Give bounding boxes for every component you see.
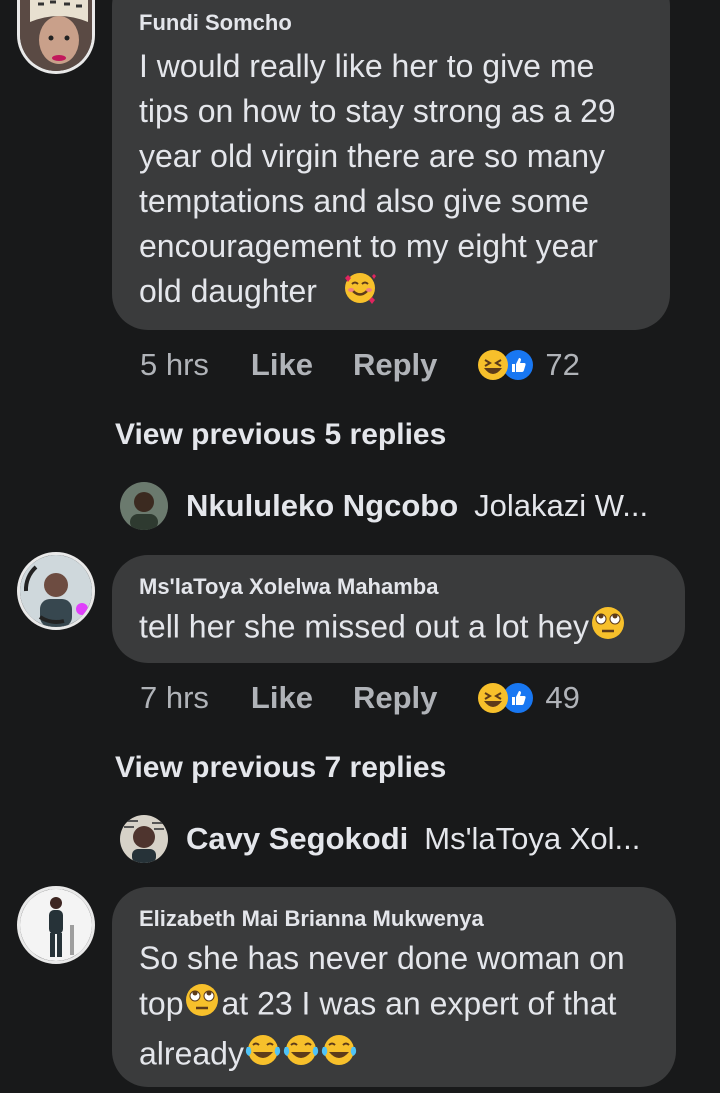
comment-line: top — [139, 985, 184, 1022]
latest-reply[interactable]: Nkululeko Ngcobo Jolakazi W... — [120, 482, 648, 530]
comment-time: 5 hrs — [140, 347, 209, 382]
face-with-tears-of-joy-icon — [320, 1031, 358, 1081]
comment-line: temptations and also give some — [139, 183, 590, 219]
avatar[interactable] — [17, 552, 95, 630]
comment-bubble: Fundi Somcho I would really like her to … — [112, 0, 670, 330]
comment-line: tell her she missed out a lot hey — [139, 608, 590, 645]
comment-time: 7 hrs — [140, 680, 209, 715]
avatar[interactable] — [17, 886, 95, 964]
reactions-summary[interactable] — [477, 681, 536, 715]
comment-line: year old virgin there are so many — [139, 138, 605, 174]
view-previous-replies[interactable]: View previous 5 replies — [115, 418, 446, 452]
smiling-face-with-hearts-icon — [342, 270, 378, 318]
comment-line: So she has never done woman on — [139, 940, 625, 976]
avatar[interactable] — [120, 482, 168, 530]
comment-bubble: Elizabeth Mai Brianna Mukwenya So she ha… — [112, 887, 676, 1087]
comment-author[interactable]: Elizabeth Mai Brianna Mukwenya — [139, 906, 650, 932]
reaction-count: 49 — [545, 680, 580, 715]
reply-preview: Ms'laToya Xol... — [424, 821, 641, 856]
comment-line: tips on how to stay strong as a 29 — [139, 93, 616, 129]
comment-actions: 5 hrs Like Reply 72 — [140, 347, 580, 383]
face-with-rolling-eyes-icon — [183, 981, 221, 1031]
like-button[interactable]: Like — [251, 347, 313, 383]
haha-reaction-icon — [477, 349, 509, 381]
like-button[interactable]: Like — [251, 680, 313, 716]
comment-line: old daughter — [139, 273, 317, 309]
reply-author[interactable]: Cavy Segokodi — [186, 821, 408, 857]
comment-line-last: old daughter — [139, 269, 644, 318]
reactions-summary[interactable] — [477, 348, 536, 382]
comment-line: encouragement to my eight year — [139, 228, 598, 264]
comment-author[interactable]: Fundi Somcho — [139, 10, 644, 36]
comment-line: already — [139, 1035, 244, 1072]
comment-line-last: already — [139, 1031, 650, 1081]
avatar[interactable] — [17, 0, 95, 74]
reply-button[interactable]: Reply — [353, 347, 437, 383]
comment-bubble: Ms'laToya Xolelwa Mahamba tell her she m… — [112, 555, 685, 663]
avatar[interactable] — [120, 815, 168, 863]
reply-preview: Jolakazi W... — [474, 488, 649, 523]
comment-author[interactable]: Ms'laToya Xolelwa Mahamba — [139, 574, 659, 600]
comment-actions: 7 hrs Like Reply 49 — [140, 680, 580, 716]
comment-line-last: tell her she missed out a lot hey — [139, 604, 659, 654]
face-with-tears-of-joy-icon — [282, 1031, 320, 1081]
reply-button[interactable]: Reply — [353, 680, 437, 716]
haha-reaction-icon — [477, 682, 509, 714]
comment-line: I would really like her to give me — [139, 48, 595, 84]
latest-reply[interactable]: Cavy Segokodi Ms'laToya Xol... — [120, 815, 640, 863]
view-previous-replies[interactable]: View previous 7 replies — [115, 751, 446, 785]
reaction-count: 72 — [545, 347, 580, 382]
reply-author[interactable]: Nkululeko Ngcobo — [186, 488, 458, 524]
face-with-rolling-eyes-icon — [589, 604, 627, 654]
comment-line: at 23 I was an expert of that — [221, 985, 617, 1022]
comment-line-mixed: top at 23 I was an expert of that — [139, 981, 650, 1031]
face-with-tears-of-joy-icon — [244, 1031, 282, 1081]
